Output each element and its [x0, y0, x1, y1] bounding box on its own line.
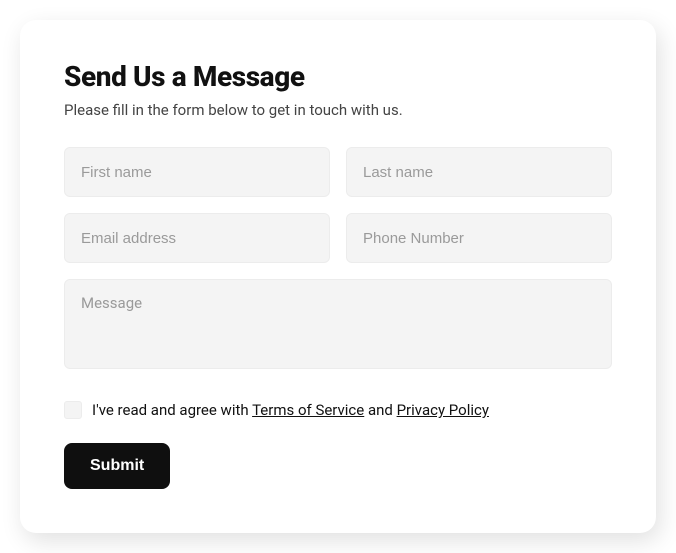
- email-field[interactable]: [64, 213, 330, 263]
- consent-text: I've read and agree with Terms of Servic…: [92, 401, 489, 419]
- contact-row: [64, 213, 612, 263]
- contact-form-card: Send Us a Message Please fill in the for…: [20, 20, 656, 533]
- form-subtitle: Please fill in the form below to get in …: [64, 101, 612, 119]
- last-name-field[interactable]: [346, 147, 612, 197]
- first-name-field[interactable]: [64, 147, 330, 197]
- message-field[interactable]: [64, 279, 612, 369]
- consent-row: I've read and agree with Terms of Servic…: [64, 401, 612, 419]
- form-title: Send Us a Message: [64, 60, 612, 93]
- name-row: [64, 147, 612, 197]
- phone-field[interactable]: [346, 213, 612, 263]
- consent-middle: and: [364, 401, 396, 419]
- privacy-link[interactable]: Privacy Policy: [397, 401, 489, 419]
- submit-button[interactable]: Submit: [64, 443, 170, 489]
- consent-prefix: I've read and agree with: [92, 401, 252, 419]
- consent-checkbox[interactable]: [64, 401, 82, 419]
- tos-link[interactable]: Terms of Service: [252, 401, 364, 419]
